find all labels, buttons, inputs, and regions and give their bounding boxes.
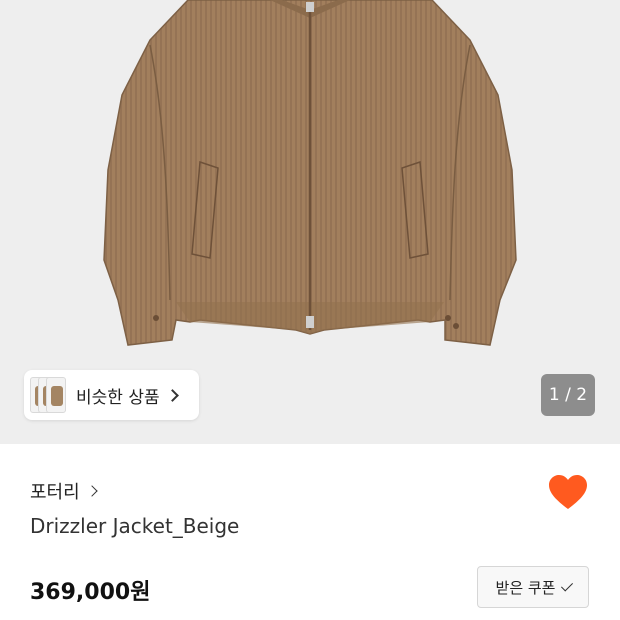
- similar-thumbnails: [24, 370, 76, 420]
- heart-icon[interactable]: [548, 473, 588, 513]
- brand-name: 포터리: [30, 482, 80, 503]
- received-coupon-button[interactable]: 받은 쿠폰: [477, 566, 589, 608]
- similar-products-label: 비슷한 상품: [76, 387, 160, 408]
- product-title: Drizzler Jacket_Beige: [30, 514, 240, 538]
- chevron-right-icon: [165, 388, 179, 402]
- coupon-label: 받은 쿠폰: [495, 578, 556, 597]
- similar-products-button[interactable]: 비슷한 상품: [24, 370, 199, 420]
- product-price: 369,000원: [30, 580, 151, 605]
- product-image-gallery[interactable]: 비슷한 상품 1 / 2: [0, 0, 620, 444]
- chevron-right-icon: [86, 485, 98, 497]
- check-icon: [561, 578, 574, 592]
- brand-link[interactable]: 포터리: [30, 478, 98, 504]
- image-counter: 1 / 2: [541, 374, 595, 416]
- thumbnail-3: [46, 377, 66, 413]
